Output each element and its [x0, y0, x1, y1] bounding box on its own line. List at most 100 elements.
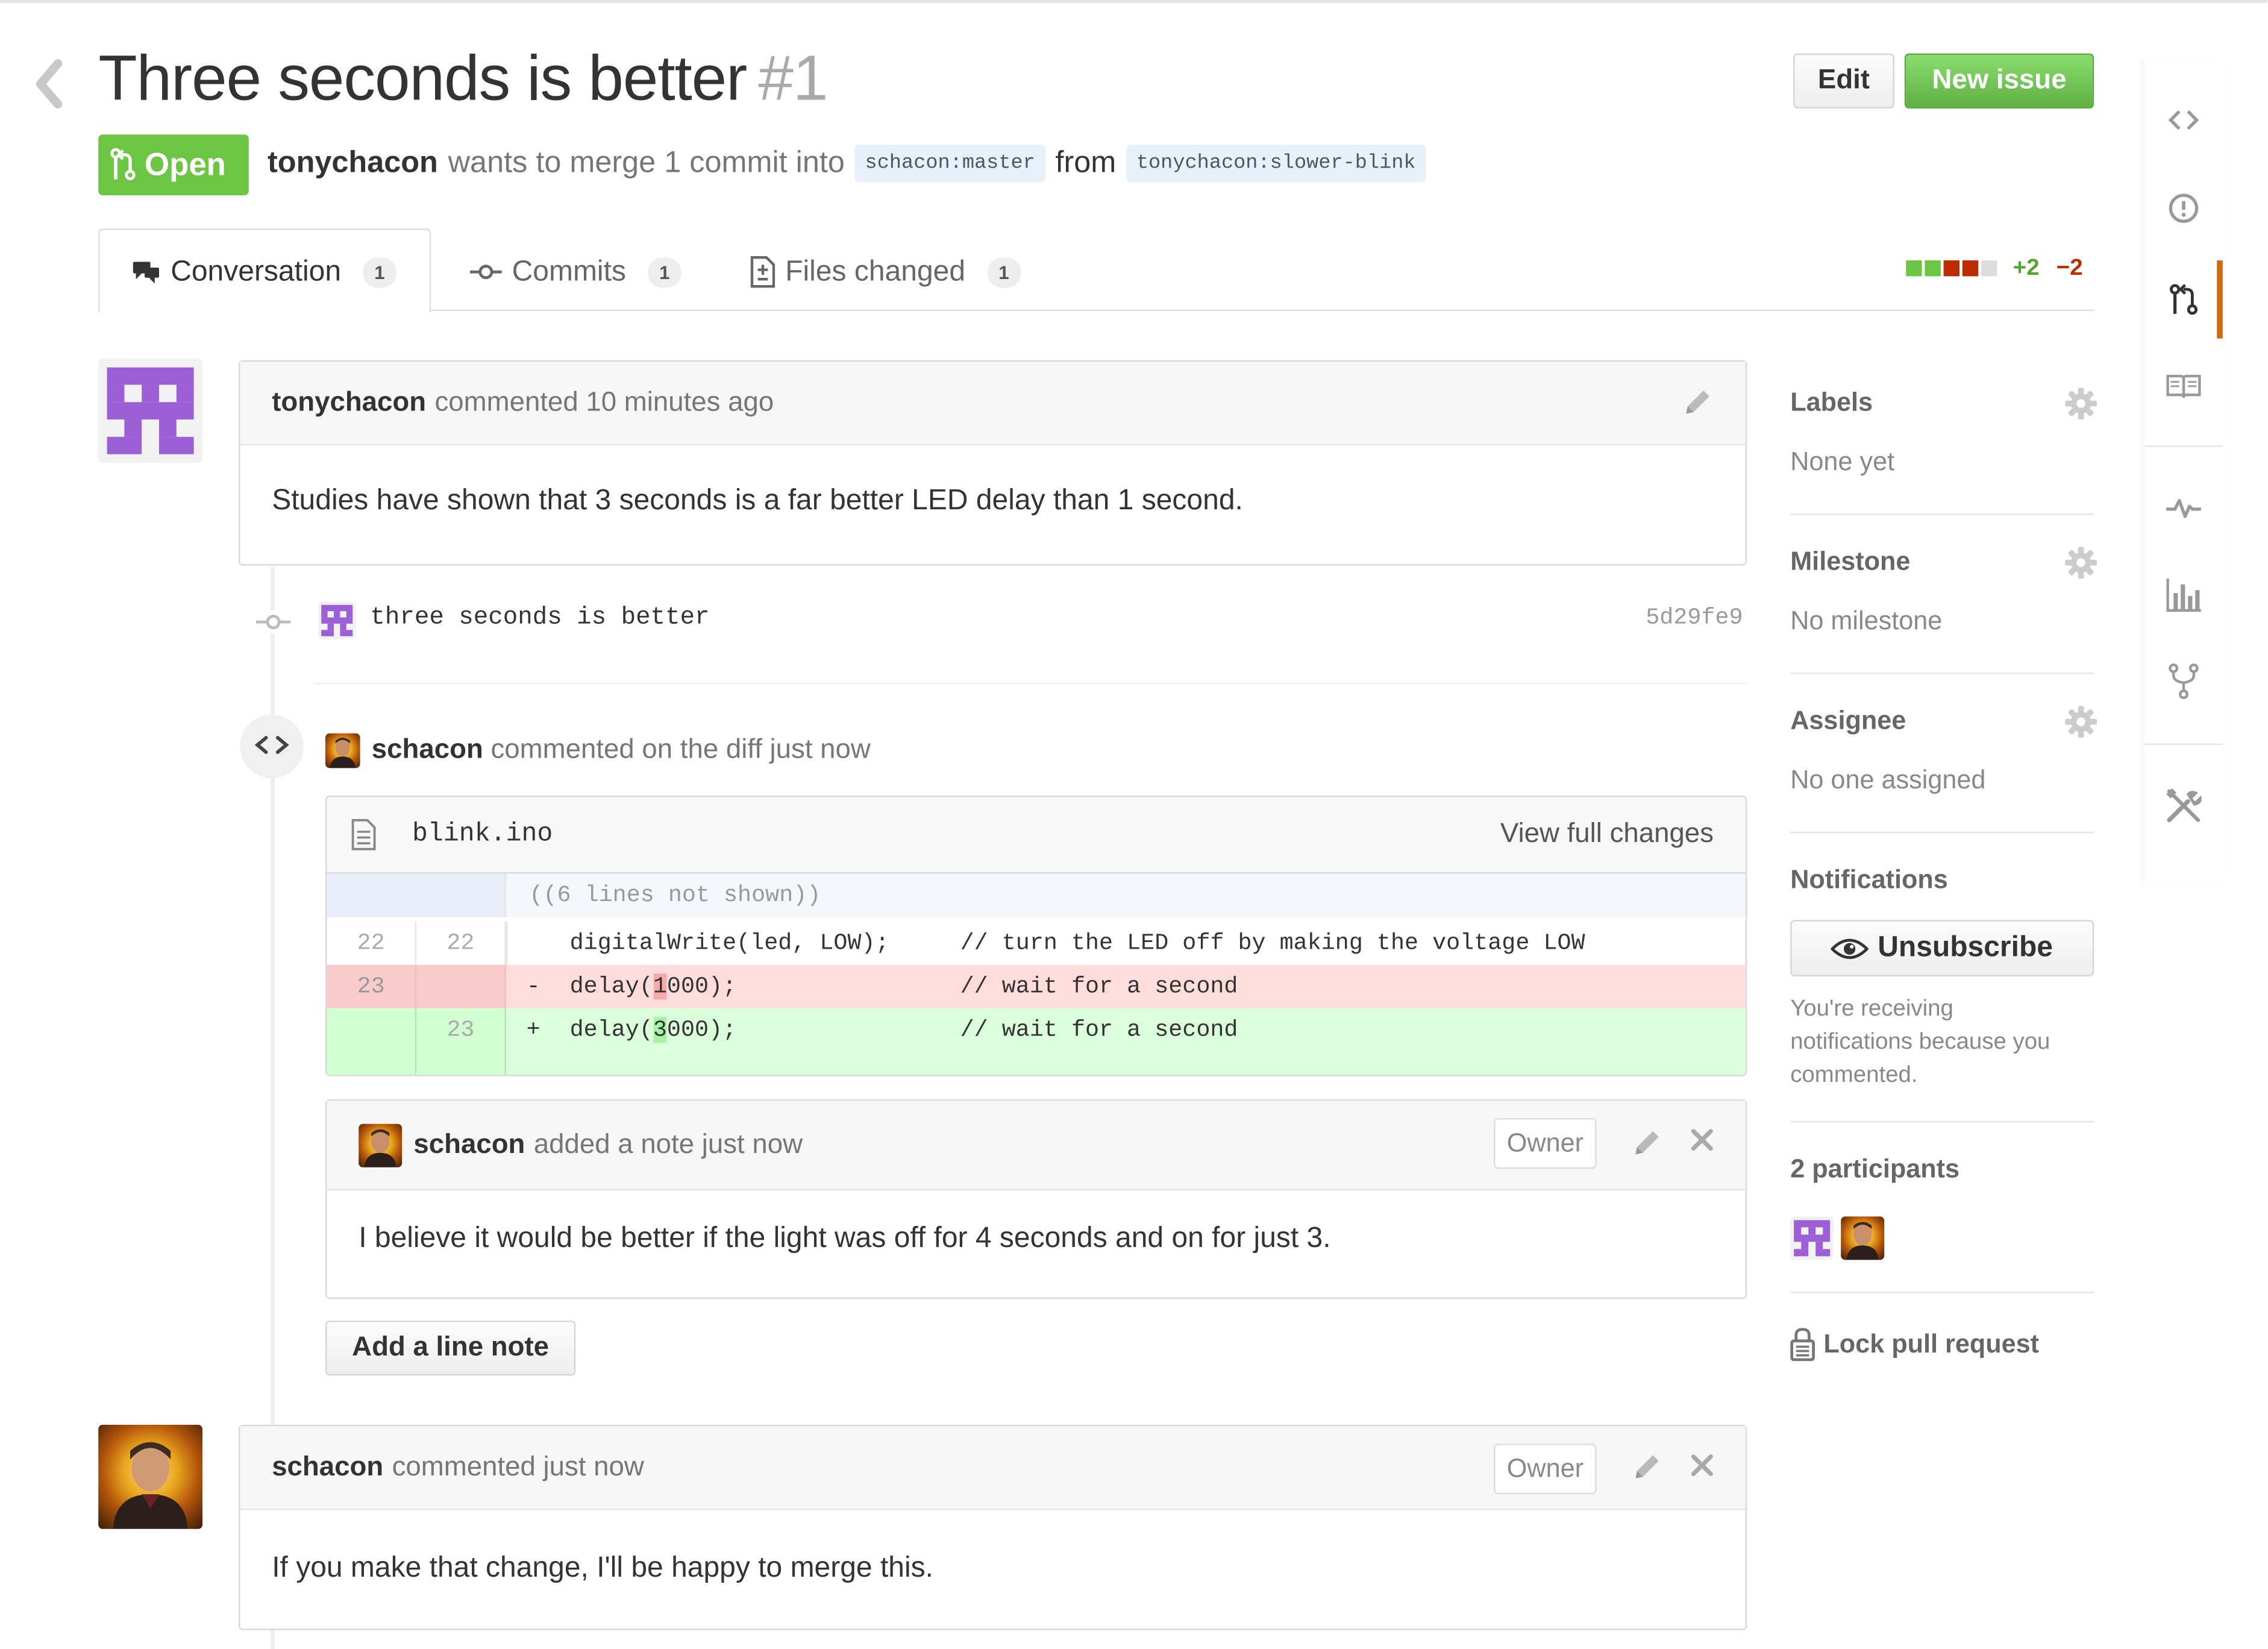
line-note-author-link[interactable]: schacon [413, 1129, 525, 1161]
owner-badge: Owner [1494, 1118, 1597, 1169]
diffstat-removed: −2 [2056, 256, 2083, 281]
commit-sha[interactable]: 5d29fe9 [1646, 605, 1743, 630]
graph-icon[interactable] [2165, 576, 2202, 613]
comment-meta: commented 10 minutes ago [434, 387, 774, 418]
avatar[interactable] [98, 359, 202, 463]
x-icon[interactable] [1689, 1127, 1715, 1153]
comment-body: Studies have shown that 3 seconds is a f… [272, 485, 1243, 517]
tab-conversation-counter: 1 [363, 257, 396, 287]
avatar[interactable] [359, 1123, 403, 1167]
participants-heading: 2 participants [1790, 1154, 1960, 1184]
tab-commits[interactable]: Commits 1 [470, 240, 681, 304]
unfold-icon[interactable] [327, 873, 507, 999]
avatar[interactable] [98, 1425, 202, 1529]
pulse-icon[interactable] [2165, 489, 2202, 526]
repo-forked-icon[interactable] [2165, 662, 2202, 700]
nav-divider [2144, 743, 2223, 745]
comment-author-link[interactable]: schacon [272, 1451, 383, 1483]
new-line-number[interactable] [416, 964, 507, 1008]
pull-requests-nav-item[interactable] [2144, 260, 2223, 339]
diff-line-deleted: 23 - delay(1000); // wait for a second [327, 964, 1746, 1008]
head-branch[interactable]: tonychacon:slower-blink [1126, 145, 1426, 183]
diff-comment-author-link[interactable]: schacon [372, 735, 483, 765]
pencil-icon[interactable] [1682, 386, 1714, 418]
add-line-note-button[interactable]: Add a line note [325, 1321, 576, 1376]
diff-code: delay(3000); [570, 1008, 737, 1052]
old-line-number[interactable]: 22 [327, 921, 417, 965]
diff-code: delay(1000); [570, 965, 736, 1008]
tab-files-changed[interactable]: Files changed 1 [749, 240, 1021, 304]
avatar[interactable] [1790, 1216, 1834, 1260]
sidebar-divider [1790, 673, 2094, 674]
diff-file-name[interactable]: blink.ino [412, 820, 553, 849]
diffstat-block [1962, 260, 1979, 277]
status-badge: Open [98, 134, 249, 195]
diff-marker: - [526, 973, 540, 1000]
new-line-number[interactable]: 22 [416, 921, 507, 965]
pr-author-link[interactable]: tonychacon [268, 146, 438, 181]
sidebar-divider [1790, 1121, 2094, 1123]
commit-message[interactable]: three seconds is better [370, 605, 709, 632]
diff-code-after: 000); [666, 1017, 737, 1043]
line-note-meta: added a note just now [533, 1129, 803, 1160]
book-icon[interactable] [2165, 368, 2202, 405]
line-note-body: I believe it would be better if the ligh… [359, 1222, 1331, 1254]
diffstat-block [1906, 260, 1922, 277]
unsubscribe-button[interactable]: Unsubscribe [1790, 920, 2094, 977]
diffstat-block [1925, 260, 1941, 277]
diff-code-highlight: 3 [653, 1017, 667, 1043]
avatar[interactable] [1841, 1216, 1885, 1260]
old-line-number[interactable]: 23 [327, 964, 417, 1008]
tools-icon[interactable] [2165, 787, 2202, 824]
pencil-icon[interactable] [1631, 1127, 1663, 1159]
diff-code-comment: // turn the LED off by making the voltag… [960, 930, 1585, 956]
sidebar-divider [1790, 832, 2094, 834]
git-commit-icon [255, 610, 291, 634]
issue-opened-icon[interactable] [2165, 189, 2202, 227]
nav-selected-indicator [2217, 260, 2223, 339]
sidebar-divider [1790, 514, 2094, 515]
avatar[interactable] [318, 601, 356, 639]
pr-number: #1 [758, 43, 828, 115]
diff-code-highlight: 1 [653, 973, 667, 1000]
repo-nav [2144, 58, 2223, 882]
comment-author-link[interactable]: tonychacon [272, 387, 426, 419]
diff-marker: + [526, 1017, 540, 1043]
git-pull-request-icon [2165, 281, 2202, 318]
edit-button[interactable]: Edit [1793, 53, 1895, 108]
diffstat-added: +2 [2013, 256, 2040, 281]
comment-body: If you make that change, I'll be happy t… [272, 1552, 934, 1584]
milestone-heading: Milestone [1790, 547, 1911, 576]
lock-pull-request-link[interactable]: Lock pull request [1790, 1327, 2039, 1362]
git-pull-request-icon [110, 148, 136, 183]
tab-files-changed-counter: 1 [987, 257, 1021, 287]
x-icon[interactable] [1689, 1453, 1715, 1478]
pencil-icon[interactable] [1631, 1451, 1663, 1483]
code-icon[interactable] [2165, 101, 2202, 139]
base-branch[interactable]: schacon:master [854, 145, 1045, 183]
view-full-changes-link[interactable]: View full changes [1500, 818, 1714, 850]
diff-line-added: 23 + delay(3000); // wait for a second [327, 1008, 1746, 1075]
old-line-number[interactable] [327, 1008, 417, 1075]
gear-icon[interactable] [2065, 706, 2097, 738]
status-text: Open [145, 146, 226, 183]
comment-header: tonychacon commented 10 minutes ago [240, 362, 1746, 446]
diff-hunk-text: ((6 lines not shown)) [529, 882, 821, 909]
tab-conversation[interactable]: Conversation 1 [131, 240, 396, 304]
diff-comment-meta: commented on the diff just now [490, 735, 871, 765]
avatar[interactable] [325, 733, 360, 768]
new-issue-button[interactable]: New issue [1904, 53, 2094, 108]
comment-discussion-icon [131, 257, 160, 286]
comment-box: tonychacon commented 10 minutes ago Stud… [239, 360, 1747, 566]
chevron-left-icon[interactable] [32, 58, 67, 110]
gear-icon[interactable] [2065, 388, 2097, 419]
notifications-reason-line: You're receiving [1790, 996, 1953, 1022]
tab-commits-label: Commits [512, 255, 626, 287]
gutter-divider [506, 921, 508, 965]
git-commit-icon [470, 262, 502, 282]
diff-line-context: 22 22 digitalWrite(led, LOW); // turn th… [327, 921, 1745, 965]
gear-icon[interactable] [2065, 547, 2097, 579]
diff-comment-header: schacon commented on the diff just now [372, 735, 871, 767]
new-line-number[interactable]: 23 [416, 1008, 507, 1075]
pr-title-text: Three seconds is better [98, 43, 747, 115]
